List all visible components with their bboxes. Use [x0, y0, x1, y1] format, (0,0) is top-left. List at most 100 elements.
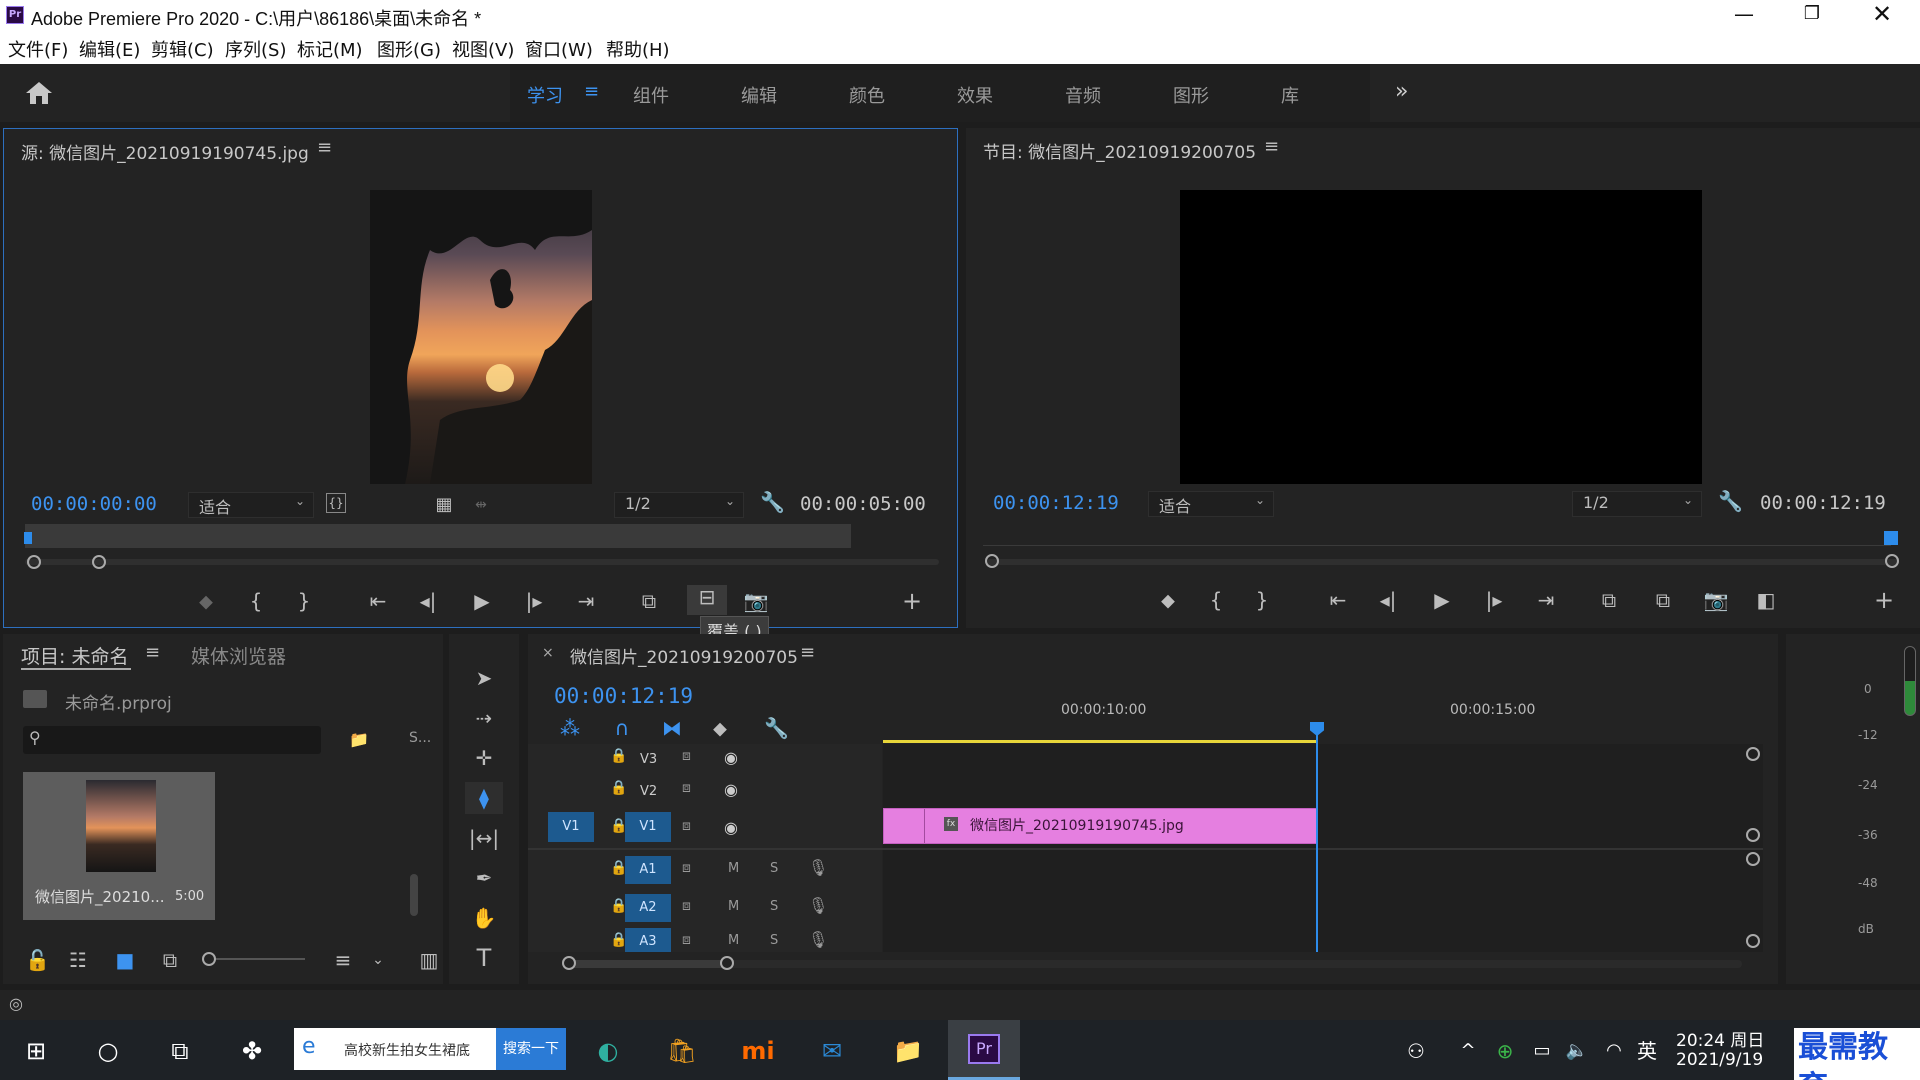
go-to-in-icon[interactable]: ⇤ — [364, 589, 392, 613]
tab-graphics[interactable]: 图形 — [1173, 82, 1209, 108]
track-sync-icon[interactable]: ⧈ — [682, 860, 691, 876]
tab-libraries[interactable]: 库 — [1281, 82, 1299, 108]
close-button[interactable]: ✕ — [1870, 0, 1894, 28]
comparison-view-icon[interactable]: ◧ — [1752, 588, 1780, 612]
track-a1-label[interactable]: A1 — [625, 856, 671, 884]
program-panel-menu-icon[interactable]: ≡ — [1264, 136, 1279, 157]
menu-graphics[interactable]: 图形(G) — [377, 36, 441, 62]
timeline-panel-menu-icon[interactable]: ≡ — [800, 642, 815, 663]
program-step-back-icon[interactable]: ◂| — [1376, 588, 1400, 612]
premiere-taskbar-button[interactable]: Pr — [948, 1020, 1020, 1080]
step-forward-icon[interactable]: |▸ — [522, 589, 546, 613]
timeline-timecode[interactable]: 00:00:12:19 — [554, 684, 693, 708]
source-resolution-dropdown[interactable]: 1/2 ⌄ — [614, 492, 744, 518]
timeline-close-icon[interactable]: × — [542, 645, 554, 661]
program-mark-out-icon[interactable]: } — [1250, 588, 1274, 612]
menu-file[interactable]: 文件(F) — [8, 36, 68, 62]
program-add-button-icon[interactable]: + — [1872, 588, 1896, 612]
taskbar-search-button[interactable]: 搜索一下 — [496, 1028, 566, 1070]
app-pinwheel-icon[interactable]: ✤ — [234, 1030, 270, 1072]
home-icon[interactable] — [24, 80, 54, 106]
timeline-title[interactable]: 微信图片_20210919200705 — [570, 643, 798, 668]
track-a2-label[interactable]: A2 — [625, 894, 671, 922]
tab-learning[interactable]: 学习 — [527, 82, 563, 108]
source-settings-brackets-icon[interactable]: {} — [326, 493, 346, 513]
task-view-icon[interactable]: ⧉ — [162, 1030, 198, 1072]
menu-edit[interactable]: 编辑(E) — [79, 36, 140, 62]
more-workspaces-icon[interactable]: » — [1395, 79, 1408, 104]
selection-tool-icon[interactable]: ➤ — [469, 666, 499, 690]
source-zoom-handle-right[interactable] — [92, 555, 106, 569]
menu-view[interactable]: 视图(V) — [452, 36, 514, 62]
play-icon[interactable]: ▶ — [470, 589, 494, 613]
insert-icon[interactable]: ⧉ — [634, 589, 664, 613]
menu-marker[interactable]: 标记(M) — [297, 36, 363, 62]
audio-scroll-top[interactable] — [1746, 852, 1760, 866]
windows-start-icon[interactable]: ⊞ — [18, 1030, 54, 1072]
source-add-button-icon[interactable]: + — [900, 589, 924, 613]
menu-lines-icon[interactable]: ≡ — [584, 81, 599, 102]
go-to-out-icon[interactable]: ⇥ — [572, 589, 600, 613]
voiceover-mic-icon[interactable]: 🎙 — [808, 896, 828, 915]
source-zoom-bar[interactable] — [25, 559, 939, 565]
mi-app-icon[interactable]: mi — [736, 1030, 780, 1072]
tab-media-browser[interactable]: 媒体浏览器 — [191, 642, 286, 669]
work-area-bar[interactable] — [883, 740, 1317, 743]
battery-icon[interactable]: ▭ — [1528, 1030, 1556, 1072]
menu-clip[interactable]: 剪辑(C) — [151, 36, 214, 62]
zoom-slider-handle[interactable] — [202, 952, 216, 966]
program-playhead[interactable] — [1884, 531, 1898, 545]
tab-effects[interactable]: 效果 — [957, 82, 993, 108]
mute-button[interactable]: M — [728, 899, 739, 914]
project-panel-menu-icon[interactable]: ≡ — [145, 642, 160, 663]
cortana-icon[interactable]: ○ — [90, 1030, 126, 1072]
track-sync-icon[interactable]: ⧈ — [682, 932, 691, 948]
file-explorer-icon[interactable]: 📁 — [888, 1030, 928, 1072]
program-zoom-bar[interactable] — [987, 559, 1899, 565]
timeline-playhead-line[interactable] — [1316, 734, 1318, 952]
source-zoom-handle-left[interactable] — [27, 555, 41, 569]
track-lock-icon[interactable]: 🔒 — [610, 748, 627, 764]
source-timeline-ruler[interactable] — [25, 524, 851, 548]
step-back-icon[interactable]: ◂| — [416, 589, 440, 613]
list-view-icon[interactable]: ☷ — [65, 948, 91, 972]
track-v2-label[interactable]: V2 — [640, 784, 657, 799]
source-patch-v1[interactable]: V1 — [548, 812, 594, 842]
clock-time[interactable]: 20:24 周日 — [1676, 1026, 1764, 1051]
status-sync-icon[interactable]: ◎ — [4, 992, 28, 1016]
program-resolution-dropdown[interactable]: 1/2 ⌄ — [1572, 491, 1702, 517]
source-playhead[interactable] — [24, 532, 32, 544]
store-icon[interactable]: 🛍 — [662, 1030, 702, 1072]
timeline-wrench-icon[interactable]: 🔧 — [764, 716, 789, 740]
nest-icon[interactable]: ⁂ — [558, 716, 582, 740]
menu-help[interactable]: 帮助(H) — [606, 36, 670, 62]
source-panel-menu-icon[interactable]: ≡ — [317, 137, 332, 158]
freeform-view-icon[interactable]: ⧉ — [155, 948, 185, 972]
wifi-icon[interactable]: ◠ — [1600, 1030, 1628, 1072]
zoom-slider[interactable] — [207, 958, 305, 960]
video-scroll-top[interactable] — [1746, 747, 1760, 761]
ime-indicator[interactable]: 英 — [1632, 1030, 1662, 1072]
track-sync-icon[interactable]: ⧈ — [682, 818, 691, 834]
timeline-zoom-bar[interactable] — [562, 960, 1742, 968]
track-select-tool-icon[interactable]: ⇢ — [469, 706, 499, 730]
automate-icon[interactable]: ▥ — [417, 948, 441, 972]
tab-editing[interactable]: 编辑 — [741, 82, 777, 108]
ripple-edit-tool-icon[interactable]: ✛ — [469, 746, 499, 770]
track-sync-icon[interactable]: ⧈ — [682, 780, 691, 796]
program-wrench-icon[interactable]: 🔧 — [1718, 489, 1743, 513]
type-tool-icon[interactable]: T — [469, 946, 499, 970]
timeline-clip[interactable]: fx 微信图片_20210919190745.jpg — [883, 808, 1317, 844]
lock-green-icon[interactable]: 🔓 — [25, 948, 50, 972]
mute-button[interactable]: M — [728, 933, 739, 948]
timeline-zoom-handle-right[interactable] — [720, 956, 734, 970]
lift-icon[interactable]: ⧉ — [1594, 588, 1624, 612]
sort-icon[interactable]: ≡ — [331, 948, 355, 972]
track-eye-icon[interactable]: ◉ — [724, 780, 738, 799]
mute-button[interactable]: M — [728, 861, 739, 876]
project-item-tile[interactable]: 微信图片_20210... 5:00 — [23, 772, 215, 920]
track-a3-label[interactable]: A3 — [625, 928, 671, 952]
track-lock-icon[interactable]: 🔒 — [610, 780, 627, 796]
program-zoom-handle-right[interactable] — [1885, 554, 1899, 568]
minimize-button[interactable]: — — [1732, 2, 1756, 26]
